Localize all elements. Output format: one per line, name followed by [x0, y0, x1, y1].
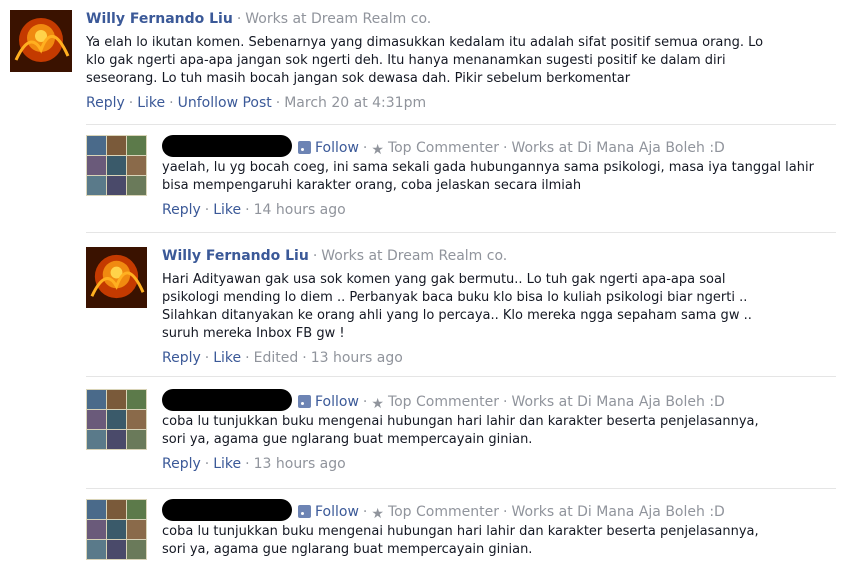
avatar-redacted-user[interactable]	[86, 135, 147, 196]
rss-icon	[298, 395, 311, 408]
divider	[86, 488, 836, 489]
reply-link[interactable]: Reply	[162, 350, 201, 366]
timestamp[interactable]: 13 hours ago	[311, 350, 403, 366]
avatar-redacted-user[interactable]	[86, 389, 147, 450]
like-link[interactable]: Like	[213, 202, 241, 218]
timestamp[interactable]: 13 hours ago	[254, 456, 346, 472]
comment-text: Ya elah lo ikutan komen. Sebenarnya yang…	[86, 35, 764, 86]
divider	[86, 376, 836, 377]
rss-icon	[298, 141, 311, 154]
rss-icon	[298, 505, 311, 518]
top-commenter-badge: Top Commenter	[387, 394, 499, 410]
avatar-redacted-user[interactable]	[86, 499, 147, 560]
timestamp[interactable]: March 20 at 4:31pm	[284, 95, 426, 111]
timestamp[interactable]: 14 hours ago	[254, 202, 346, 218]
like-link[interactable]: Like	[213, 350, 241, 366]
author-work: Works at Di Mana Aja Boleh :D	[511, 394, 725, 410]
redacted-name	[162, 135, 292, 157]
comment-text: coba lu tunjukkan buku mengenai hubungan…	[162, 524, 759, 557]
edited-label[interactable]: Edited	[254, 350, 299, 366]
author-work: Works at Dream Realm co.	[245, 11, 432, 27]
comment-text: Hari Adityawan gak usa sok komen yang ga…	[162, 272, 752, 341]
star-icon: ★	[371, 142, 384, 158]
author-work: Works at Dream Realm co.	[321, 248, 508, 264]
author-work: Works at Di Mana Aja Boleh :D	[511, 140, 725, 156]
top-commenter-badge: Top Commenter	[387, 140, 499, 156]
comment-author[interactable]: Willy Fernando Liu	[86, 11, 233, 27]
reply-link[interactable]: Reply	[86, 95, 125, 111]
avatar-willy[interactable]	[86, 247, 147, 308]
author-work: Works at Di Mana Aja Boleh :D	[511, 504, 725, 520]
comment-text: coba lu tunjukkan buku mengenai hubungan…	[162, 414, 759, 447]
like-link[interactable]: Like	[213, 456, 241, 472]
star-icon: ★	[371, 396, 384, 412]
comment-text: yaelah, lu yg bocah coeg, ini sama sekal…	[162, 160, 814, 193]
comment-author[interactable]: Willy Fernando Liu	[162, 248, 309, 264]
reply-link[interactable]: Reply	[162, 456, 201, 472]
reply-link[interactable]: Reply	[162, 202, 201, 218]
redacted-name	[162, 499, 292, 521]
divider	[86, 232, 836, 233]
follow-button[interactable]: Follow	[315, 504, 359, 520]
redacted-name	[162, 389, 292, 411]
follow-button[interactable]: Follow	[315, 140, 359, 156]
like-link[interactable]: Like	[137, 95, 165, 111]
star-icon: ★	[371, 506, 384, 522]
avatar-willy[interactable]	[10, 10, 72, 72]
top-commenter-badge: Top Commenter	[387, 504, 499, 520]
divider	[86, 124, 836, 125]
follow-button[interactable]: Follow	[315, 394, 359, 410]
unfollow-post-link[interactable]: Unfollow Post	[178, 95, 272, 111]
